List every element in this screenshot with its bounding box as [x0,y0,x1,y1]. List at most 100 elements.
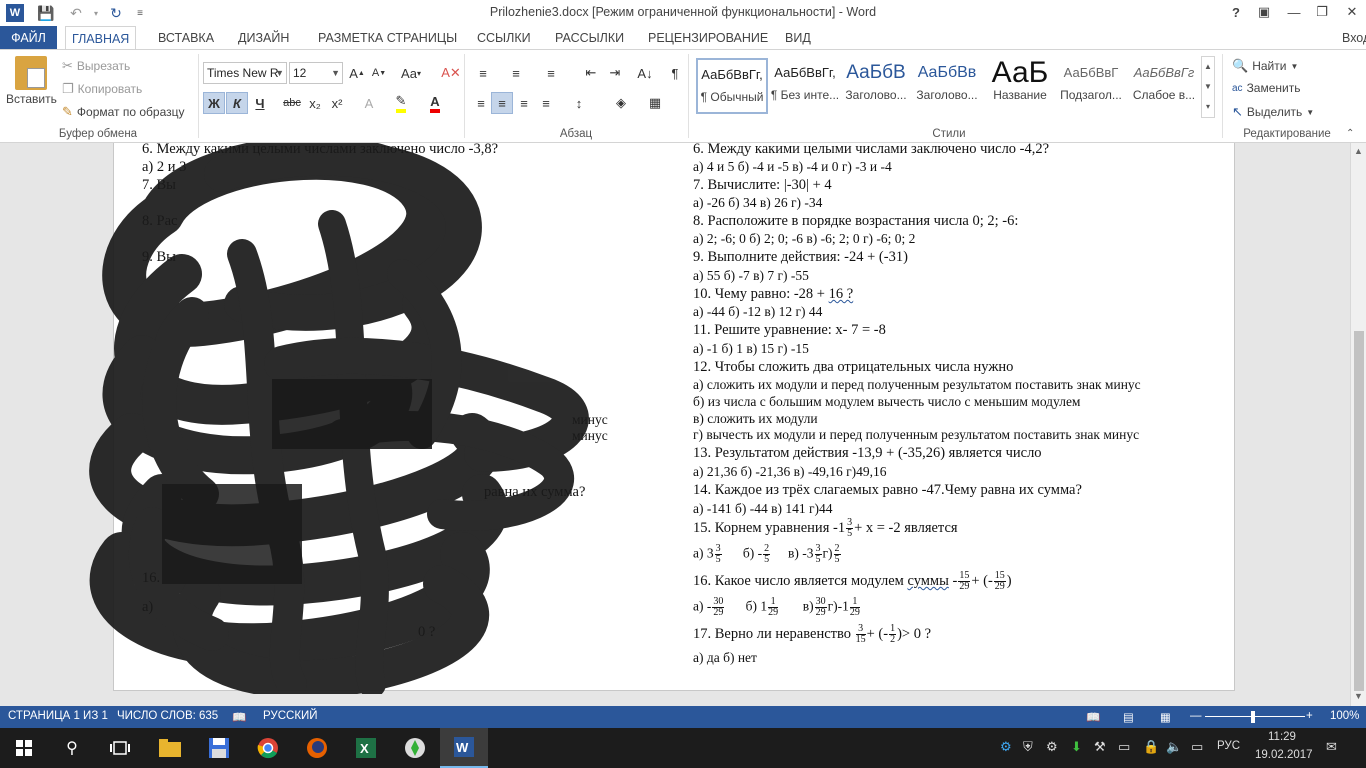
line-spacing-icon[interactable]: ↕ [568,92,590,114]
font-size-combo[interactable]: 12 ▼ [289,62,343,84]
zoom-level[interactable]: 100% [1330,710,1359,722]
monitor-icon[interactable]: ▭ [1118,739,1130,755]
zoom-in-icon[interactable]: + [1306,710,1313,722]
clock-time[interactable]: 11:29 [1268,731,1296,743]
scroll-thumb[interactable] [1354,331,1364,691]
zoom-slider[interactable] [1205,716,1305,717]
input-language[interactable]: РУС [1217,740,1240,752]
shading-icon[interactable]: ◈ [610,92,632,114]
settings-tray-icon[interactable]: ⚙ [1046,739,1058,755]
signin-link[interactable]: Вход [1336,26,1366,50]
document-area[interactable]: 6. Между какими целыми числами заключено… [0,143,1350,706]
tab-page-layout[interactable]: РАЗМЕТКА СТРАНИЦЫ [312,26,463,50]
style-subtitle[interactable]: АаБбВвГ Подзагол... [1055,58,1127,114]
bold-button[interactable]: Ж [203,92,225,114]
network-app-icon[interactable]: ⚙ [1000,739,1012,755]
word-taskbar-icon[interactable]: W [440,728,488,768]
action-center-icon[interactable]: ✉ [1326,739,1337,755]
download-icon[interactable]: ⬇ [1071,739,1082,755]
font-color-icon[interactable]: A [424,92,446,114]
print-layout-icon[interactable]: ▤ [1123,710,1134,724]
scroll-up-icon[interactable]: ▲ [1354,146,1363,156]
tab-mailings[interactable]: РАССЫЛКИ [549,26,630,50]
tab-view[interactable]: ВИД [779,26,817,50]
align-right-icon[interactable]: ≡ [513,92,535,114]
tab-review[interactable]: РЕЦЕНЗИРОВАНИЕ [642,26,774,50]
tab-design[interactable]: ДИЗАЙН [232,26,295,50]
read-mode-icon[interactable]: 📖 [1086,710,1100,724]
lock-icon[interactable]: 🔒 [1143,739,1159,755]
save-app-icon[interactable] [195,728,243,768]
style-no-spacing[interactable]: АаБбВвГг, ¶ Без инте... [769,58,841,114]
format-painter-button[interactable]: ✎ Формат по образцу [62,104,185,120]
tab-insert[interactable]: ВСТАВКА [152,26,220,50]
copy-button[interactable]: ❐ Копировать [62,81,142,97]
numbering-icon[interactable]: ≡ [505,62,527,84]
tab-file[interactable]: ФАЙЛ [0,26,57,50]
search-icon[interactable]: ⚲ [48,728,96,768]
sort-icon[interactable]: A↓ [634,62,656,84]
collapse-ribbon-icon[interactable]: ⌃ [1346,128,1354,139]
minimize-button[interactable]: — [1280,2,1308,22]
document-page[interactable]: 6. Между какими целыми числами заключено… [89,143,1235,694]
close-button[interactable]: ✕ [1338,2,1366,22]
tab-home[interactable]: ГЛАВНАЯ [65,26,137,50]
proofing-icon[interactable]: 📖 [232,710,246,724]
show-marks-icon[interactable]: ¶ [664,62,686,84]
align-center-icon[interactable]: ≡ [491,92,513,114]
style-heading-2[interactable]: АаБбВв Заголово... [911,58,983,114]
select-button[interactable]: ↖ Выделить ▼ [1232,104,1314,120]
superscript-button[interactable]: x² [326,92,348,114]
styles-scroll[interactable]: ▲ ▼ ▾ [1201,56,1215,118]
clock-date[interactable]: 19.02.2017 [1255,749,1313,761]
tab-references[interactable]: ССЫЛКИ [471,26,537,50]
windows-start-icon[interactable] [0,728,48,768]
chrome-icon[interactable] [244,728,292,768]
web-layout-icon[interactable]: ▦ [1160,710,1171,724]
clear-formatting-icon[interactable]: A✕ [440,62,462,84]
style-normal[interactable]: АаБбВвГг, ¶ Обычный [696,58,768,114]
sims-icon[interactable] [391,728,439,768]
help-button[interactable]: ? [1222,2,1250,22]
highlight-icon[interactable]: ✎ [390,92,412,114]
increase-indent-icon[interactable]: ⇥ [604,62,626,84]
zoom-out-icon[interactable]: — [1190,710,1202,722]
underline-button[interactable]: Ч [249,92,271,114]
font-name-combo[interactable]: Times New R ▼ [203,62,287,84]
vertical-scrollbar[interactable]: ▲ ▼ [1350,143,1366,706]
find-button[interactable]: 🔍 Найти ▼ [1232,58,1298,74]
align-left-icon[interactable]: ≡ [470,92,492,114]
justify-icon[interactable]: ≡ [535,92,557,114]
style-subtle-emphasis[interactable]: АаБбВвГг Слабое в... [1128,58,1200,114]
change-case-button[interactable]: Аа ▾ [396,62,426,84]
excel-icon[interactable]: X [342,728,390,768]
tools-icon[interactable]: ⚒ [1094,739,1106,755]
restore-button[interactable]: ❐ [1308,2,1336,22]
shrink-font-icon[interactable]: A ▼ [368,62,390,84]
zoom-slider-thumb[interactable] [1251,711,1255,723]
replace-button[interactable]: ac Заменить [1232,81,1301,95]
shield-icon[interactable]: ⛨ [1023,739,1033,755]
ribbon-display-options-icon[interactable]: ▣ [1250,2,1278,22]
cut-button[interactable]: ✂ Вырезать [62,58,130,74]
firefox-icon[interactable] [293,728,341,768]
battery-icon[interactable]: ▭ [1191,739,1203,755]
style-title[interactable]: АаБ Название [984,58,1056,114]
text-effects-icon[interactable]: A [358,92,380,114]
scroll-down-icon[interactable]: ▼ [1354,691,1363,701]
borders-icon[interactable]: ▦ [644,92,666,114]
grow-font-icon[interactable]: A ▲ [346,62,368,84]
word-count[interactable]: ЧИСЛО СЛОВ: 635 [117,710,218,722]
language-status[interactable]: РУССКИЙ [263,710,318,722]
decrease-indent-icon[interactable]: ⇤ [580,62,602,84]
volume-icon[interactable]: 🔈 [1166,739,1182,755]
multilevel-list-icon[interactable]: ≡ [540,62,562,84]
file-explorer-icon[interactable] [146,728,194,768]
bullets-icon[interactable]: ≡ [472,62,494,84]
strikethrough-button[interactable]: abc [281,92,303,114]
subscript-button[interactable]: x₂ [304,92,326,114]
style-heading-1[interactable]: АаБбВ Заголово... [840,58,912,114]
task-view-icon[interactable] [96,728,144,768]
italic-button[interactable]: К [226,92,248,114]
page-count[interactable]: СТРАНИЦА 1 ИЗ 1 [8,710,108,722]
